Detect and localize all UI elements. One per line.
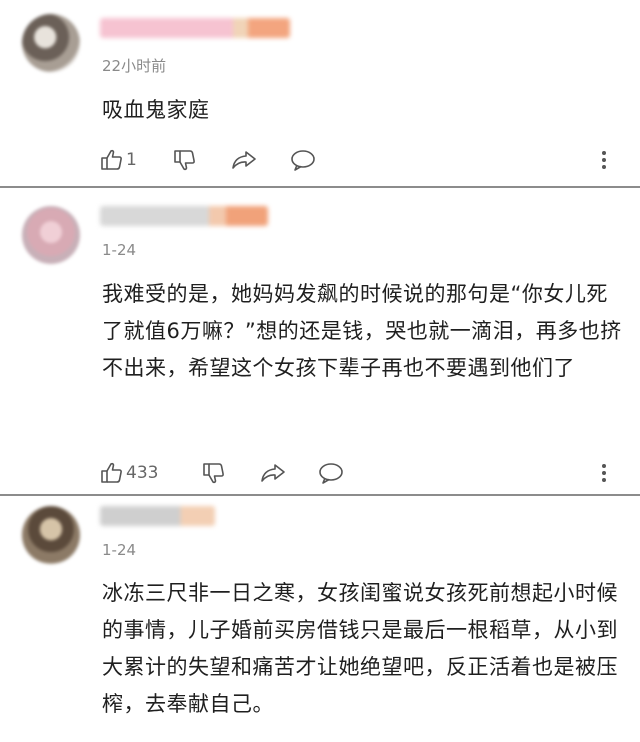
reply-button[interactable] <box>318 460 344 486</box>
more-icon-dot <box>602 165 606 169</box>
comment-item-2: 1-24 我难受的是，她妈妈发飙的时候说的那句是“你女儿死了就值6万嘛？”想的还… <box>0 188 640 495</box>
share-icon <box>231 148 257 172</box>
more-icon-dot <box>602 151 606 155</box>
like-count: 433 <box>126 463 159 483</box>
comment-item-1: 22小时前 吸血鬼家庭 1 <box>0 0 640 187</box>
share-icon <box>260 461 286 485</box>
comment-text: 冰冻三尺非一日之寒，女孩闺蜜说女孩死前想起小时候的事情，儿子婚前买房借钱只是最后… <box>102 581 618 716</box>
reply-button[interactable] <box>290 147 316 173</box>
comment-item-3: 1-24 冰冻三尺非一日之寒，女孩闺蜜说女孩死前想起小时候的事情，儿子婚前买房借… <box>0 496 640 742</box>
comment-text: 吸血鬼家庭 <box>102 98 210 122</box>
avatar[interactable] <box>22 14 80 72</box>
like-button[interactable]: 1 <box>100 147 137 173</box>
thumbs-down-icon <box>202 461 226 485</box>
more-icon-dot <box>602 158 606 162</box>
thumbs-up-icon <box>100 148 124 172</box>
action-bar: 1 <box>100 147 630 173</box>
username-blurred[interactable] <box>100 506 215 526</box>
reply-icon <box>318 461 344 485</box>
comment-time: 1-24 <box>102 541 137 559</box>
avatar[interactable] <box>22 506 80 564</box>
avatar[interactable] <box>22 206 80 264</box>
comment-time: 1-24 <box>102 241 137 259</box>
thumbs-down-icon <box>173 148 197 172</box>
thumbs-up-icon <box>100 461 124 485</box>
more-icon-dot <box>602 464 606 468</box>
username-blurred[interactable] <box>100 18 290 38</box>
more-button[interactable] <box>600 460 608 486</box>
username-blurred[interactable] <box>100 206 268 226</box>
comment-text: 我难受的是，她妈妈发飙的时候说的那句是“你女儿死了就值6万嘛？”想的还是钱，哭也… <box>102 282 622 380</box>
comment-time: 22小时前 <box>102 57 167 75</box>
more-icon-dot <box>602 471 606 475</box>
action-bar: 433 <box>100 460 630 486</box>
more-button[interactable] <box>600 147 608 173</box>
like-button[interactable]: 433 <box>100 460 158 486</box>
reply-icon <box>290 148 316 172</box>
dislike-button[interactable] <box>173 147 197 173</box>
dislike-button[interactable] <box>202 460 226 486</box>
share-button[interactable] <box>231 147 257 173</box>
more-icon-dot <box>602 478 606 482</box>
share-button[interactable] <box>260 460 286 486</box>
like-count: 1 <box>126 150 137 170</box>
